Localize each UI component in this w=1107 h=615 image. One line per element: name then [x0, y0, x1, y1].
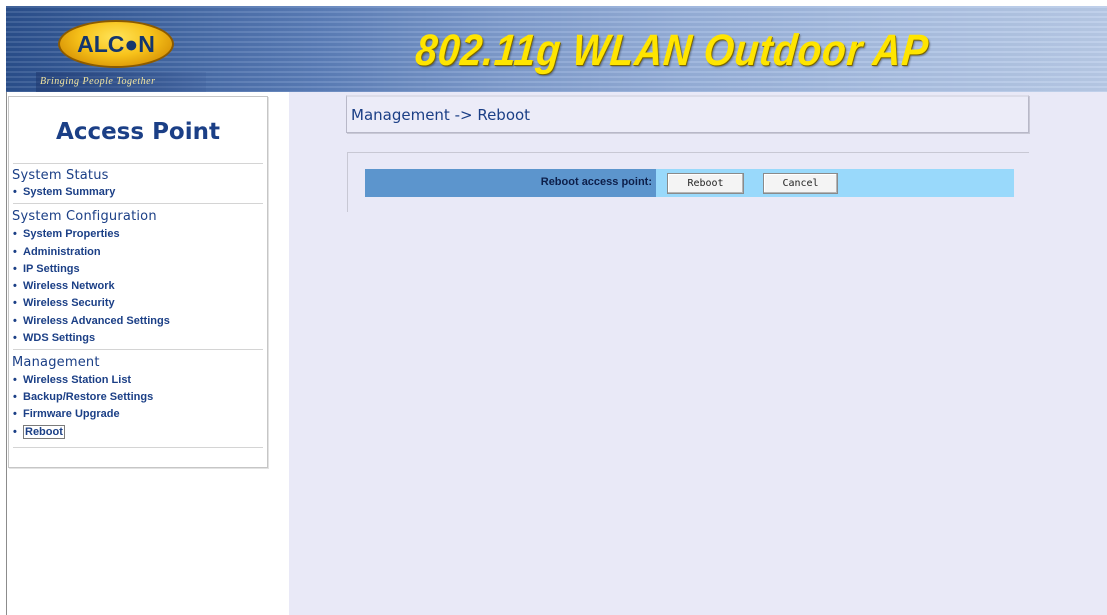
- sidebar-item-label: Wireless Security: [23, 297, 115, 309]
- logo-tagline: Bringing People Together: [40, 76, 156, 87]
- sidebar-item-label: Backup/Restore Settings: [23, 391, 154, 403]
- sidebar-item-label: IP Settings: [23, 263, 80, 275]
- sidebar-divider: [13, 203, 263, 204]
- logo-text: ALC●N: [77, 31, 155, 57]
- cancel-button[interactable]: Cancel: [763, 173, 838, 194]
- bullet-icon: •: [13, 426, 17, 438]
- header-banner: ALC●N Bringing People Together 802.11g W…: [6, 6, 1107, 92]
- alcon-logo: ALC●N Bringing People Together: [30, 14, 206, 92]
- sidebar-item-label: System Summary: [23, 186, 116, 198]
- bullet-icon: •: [13, 408, 17, 420]
- sidebar-item-label: Wireless Network: [23, 280, 115, 292]
- bullet-icon: •: [13, 297, 17, 309]
- sidebar-divider: [13, 447, 263, 448]
- sidebar-item-wireless-advanced-settings[interactable]: • Wireless Advanced Settings: [13, 315, 170, 330]
- sidebar-item-label: Wireless Station List: [23, 374, 132, 386]
- breadcrumb-box: Management -> Reboot: [346, 95, 1029, 133]
- sidebar-item-label: Wireless Advanced Settings: [23, 315, 170, 327]
- sidebar-item-ip-settings[interactable]: • IP Settings: [13, 263, 80, 278]
- sidebar-heading-system-status: System Status: [12, 168, 109, 183]
- bullet-icon: •: [13, 186, 17, 198]
- sidebar-item-wireless-security[interactable]: • Wireless Security: [13, 297, 115, 312]
- sidebar-heading-management: Management: [12, 355, 100, 370]
- sidebar-item-label: WDS Settings: [23, 332, 96, 344]
- sidebar-title: Access Point: [56, 119, 220, 145]
- reboot-button[interactable]: Reboot: [667, 173, 744, 194]
- sidebar-divider: [13, 163, 263, 164]
- sidebar-item-label: Reboot: [23, 425, 65, 439]
- sidebar-item-reboot[interactable]: • Reboot: [13, 425, 65, 441]
- sidebar-item-backup-restore-settings[interactable]: • Backup/Restore Settings: [13, 391, 153, 406]
- sidebar-item-system-properties[interactable]: • System Properties: [13, 228, 120, 243]
- bullet-icon: •: [13, 246, 17, 258]
- bullet-icon: •: [13, 228, 17, 240]
- product-title: 802.11g WLAN Outdoor AP: [413, 26, 931, 75]
- bullet-icon: •: [13, 315, 17, 327]
- sidebar-item-wireless-network[interactable]: • Wireless Network: [13, 280, 115, 295]
- sidebar-item-label: Firmware Upgrade: [23, 408, 120, 420]
- sidebar-item-firmware-upgrade[interactable]: • Firmware Upgrade: [13, 408, 120, 423]
- bullet-icon: •: [13, 374, 17, 386]
- sidebar-item-administration[interactable]: • Administration: [13, 246, 101, 261]
- bullet-icon: •: [13, 263, 17, 275]
- sidebar-item-wds-settings[interactable]: • WDS Settings: [13, 332, 95, 347]
- breadcrumb: Management -> Reboot: [351, 106, 531, 124]
- sidebar-item-label: System Properties: [23, 228, 120, 240]
- sidebar-menu: Access Point System Status • System Summa…: [8, 96, 268, 468]
- sidebar-heading-system-configuration: System Configuration: [12, 209, 157, 224]
- bullet-icon: •: [13, 391, 17, 403]
- bullet-icon: •: [13, 280, 17, 292]
- sidebar-divider: [13, 349, 263, 350]
- sidebar-item-wireless-station-list[interactable]: • Wireless Station List: [13, 374, 131, 389]
- sidebar-item-system-summary[interactable]: • System Summary: [13, 186, 115, 201]
- sidebar-item-label: Administration: [23, 246, 101, 258]
- bullet-icon: •: [13, 332, 17, 344]
- reboot-access-point-label: Reboot access point:: [540, 176, 652, 188]
